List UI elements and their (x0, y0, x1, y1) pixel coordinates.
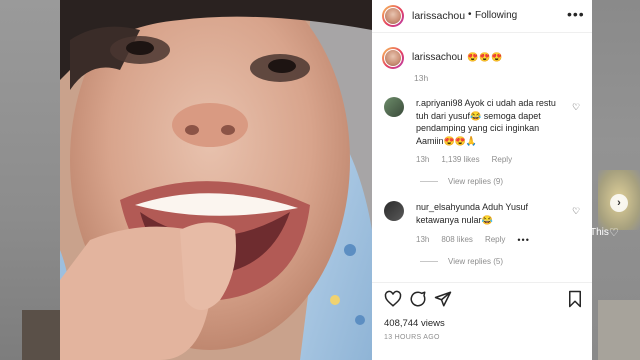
comment-like-heart-icon[interactable]: ♡ (572, 206, 580, 217)
comment-text: r.apriyani98 Ayok ci udah ada restu tuh … (416, 97, 564, 147)
commenter-avatar[interactable] (384, 97, 404, 117)
comment-username[interactable]: r.apriyani98 (416, 98, 463, 108)
comment-timestamp: 13h (416, 155, 430, 164)
comment-likes[interactable]: 808 likes (441, 235, 473, 245)
comment-reply-button[interactable]: Reply (492, 155, 512, 164)
view-replies-label[interactable]: View replies (5) (448, 257, 503, 266)
comment-timestamp: 13h (416, 235, 430, 244)
background-thumbnail-right (598, 300, 640, 360)
child-face-photo (60, 0, 372, 360)
heart-icon[interactable] (384, 290, 402, 308)
comment-likes[interactable]: 1,139 likes (441, 155, 479, 164)
view-replies-label[interactable]: View replies (9) (448, 177, 503, 186)
background-side-text: This (590, 227, 609, 238)
share-icon[interactable] (434, 290, 452, 308)
view-replies-button[interactable]: View replies (5) (420, 257, 503, 266)
chevron-right-icon: › (617, 197, 621, 209)
author-username[interactable]: larissachou (412, 10, 465, 22)
caption-text: 😍😍😍 (467, 52, 504, 62)
caption-timestamp: 13h (414, 73, 429, 83)
view-count[interactable]: 408,744 views (384, 318, 445, 329)
comment-icon[interactable] (409, 290, 427, 308)
next-post-button[interactable]: › (610, 194, 628, 212)
comment-reply-button[interactable]: Reply (485, 235, 505, 245)
post-time-ago: 13 HOURS AGO (384, 334, 440, 341)
post-media-video[interactable] (60, 0, 372, 360)
background-post-left (0, 0, 60, 360)
comment-more-icon[interactable]: ••• (517, 235, 529, 245)
caption-avatar[interactable] (382, 47, 404, 69)
comment-meta: 13h 808 likes Reply ••• (416, 235, 530, 245)
bookmark-icon[interactable] (566, 290, 584, 308)
actions-divider (372, 282, 592, 283)
separator-dot: • (468, 9, 472, 20)
following-button[interactable]: Following (475, 10, 517, 21)
comment-username[interactable]: nur_elsahyunda (416, 202, 480, 212)
caption-username[interactable]: larissachou (412, 52, 463, 63)
commenter-avatar[interactable] (384, 201, 404, 221)
comment-meta: 13h 1,139 likes Reply (416, 155, 512, 164)
comment-like-heart-icon[interactable]: ♡ (572, 102, 580, 113)
post-details-panel: larissachou • Following ••• larissachou … (372, 0, 592, 360)
background-thumbnail-left (22, 310, 60, 360)
background-heart-icon: ♡ (609, 227, 619, 239)
post-header: larissachou • Following ••• (372, 0, 592, 33)
view-replies-button[interactable]: View replies (9) (420, 177, 503, 186)
more-options-icon[interactable]: ••• (567, 6, 585, 22)
comment-text: nur_elsahyunda Aduh Yusuf ketawanya nula… (416, 201, 564, 226)
author-avatar[interactable] (382, 5, 404, 27)
